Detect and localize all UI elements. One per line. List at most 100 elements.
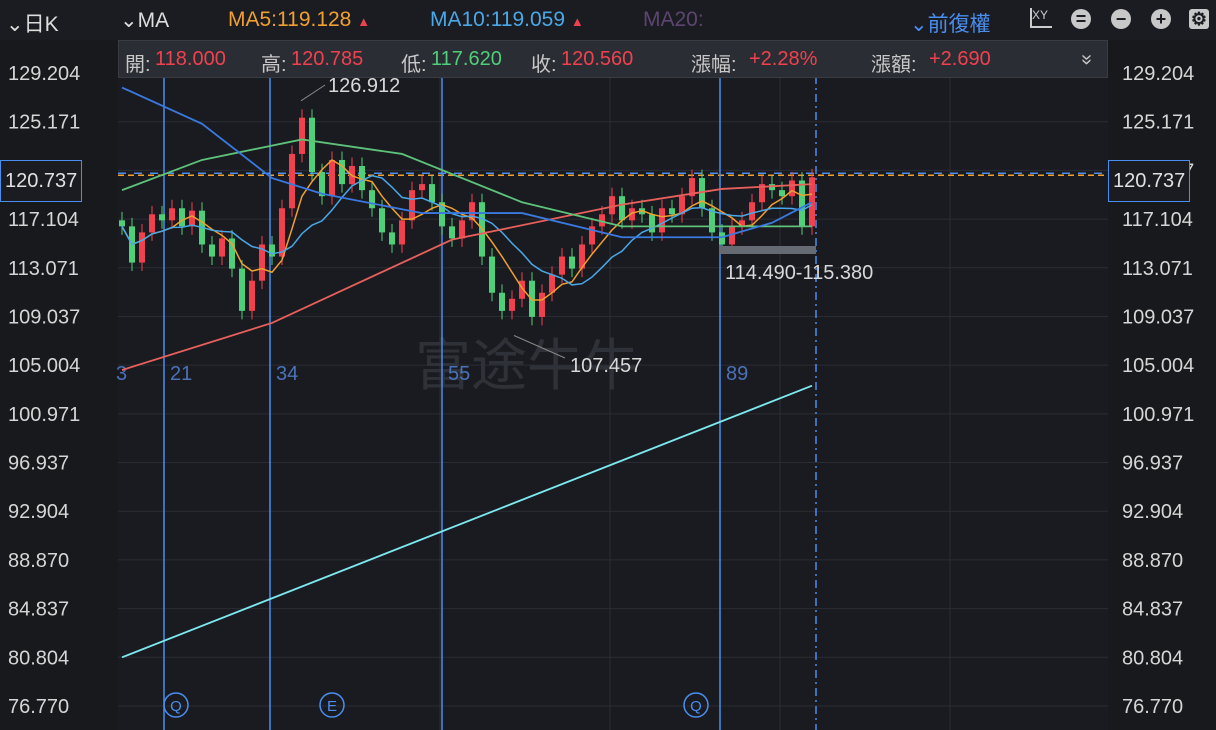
low-annotation: 107.457 (570, 355, 642, 377)
fib-label: 89 (726, 363, 748, 385)
candle (329, 159, 335, 197)
candle (539, 292, 545, 317)
candle (239, 268, 245, 311)
candle (119, 220, 125, 227)
open-value: 118.000 (155, 48, 226, 70)
event-marker-label: E (327, 698, 337, 715)
y-tick-label-right: 117.104 (1122, 209, 1193, 231)
zoom-out-icon[interactable]: − (1111, 9, 1131, 29)
candle (409, 190, 415, 221)
candle (719, 232, 725, 245)
current-price-tag-left: 120.737 (0, 160, 83, 202)
candle (669, 208, 675, 215)
candle (339, 159, 345, 185)
y-tick-label-left: 92.904 (8, 501, 69, 523)
collapse-icon[interactable]: = (1071, 9, 1091, 29)
gear-icon[interactable]: ⚙ (1189, 9, 1209, 29)
candle (219, 238, 225, 257)
y-tick-label-right: 113.071 (1122, 258, 1193, 280)
y-tick-label-right: 84.837 (1122, 599, 1183, 621)
ma10-legend: MA10:119.059 ▲ (430, 8, 584, 31)
zoom-in-icon[interactable]: + (1151, 9, 1171, 29)
toolbar: ⌄日K ⌄MA MA5:119.128 ▲ MA10:119.059 ▲ MA2… (0, 0, 1216, 40)
fib-label: 21 (170, 363, 192, 385)
current-price-tag-right: 120.737 (1108, 160, 1191, 202)
y-tick-label-right: 80.804 (1122, 647, 1183, 669)
change-pct-value: +2.28% (749, 48, 818, 70)
y-tick-label-left: 125.171 (8, 112, 80, 134)
candle (159, 214, 165, 221)
y-tick-label-left: 105.004 (8, 355, 80, 377)
candle (799, 180, 805, 227)
candle (249, 280, 255, 311)
candle (509, 298, 515, 311)
y-tick-label-left: 109.037 (8, 306, 80, 328)
y-tick-label-left: 100.971 (8, 404, 80, 426)
candle (529, 280, 535, 317)
y-tick-label-left: 113.071 (8, 258, 79, 280)
candle (189, 210, 195, 227)
candle (619, 196, 625, 221)
candle (379, 208, 385, 233)
candle (389, 232, 395, 245)
candle (299, 117, 305, 154)
expand-icon[interactable]: » (1075, 54, 1098, 65)
y-tick-label-right: 125.171 (1122, 112, 1194, 134)
y-tick-label-left: 129.204 (8, 63, 80, 85)
candle (449, 226, 455, 239)
xy-axis-icon[interactable]: XY (1030, 8, 1052, 28)
chevron-down-icon: ⌄ (6, 13, 24, 36)
period-selector[interactable]: ⌄日K (6, 8, 59, 38)
ma5-legend: MA5:119.128 ▲ (228, 8, 371, 31)
up-arrow-icon: ▲ (357, 14, 371, 29)
y-tick-label-right: 109.037 (1122, 306, 1194, 328)
range-bar (720, 246, 816, 254)
candle (369, 190, 375, 209)
price-chart[interactable]: 129.204129.204125.171125.171121.137121.1… (0, 40, 1216, 730)
y-tick-label-right: 76.770 (1122, 696, 1183, 718)
candle (399, 220, 405, 245)
y-tick-label-left: 76.770 (8, 696, 69, 718)
low-value: 117.620 (431, 48, 502, 70)
indicator-selector[interactable]: ⌄MA (120, 8, 169, 33)
candle (489, 256, 495, 293)
change-value: +2.690 (929, 48, 991, 70)
ohlc-info-bar: 開: 118.000 高: 120.785 低: 117.620 收: 120.560 … (118, 40, 1108, 78)
candle (179, 208, 185, 227)
candle (149, 214, 155, 233)
y-tick-label-right: 100.971 (1122, 404, 1194, 426)
event-marker-label: Q (690, 698, 702, 715)
y-tick-label-left: 96.937 (8, 453, 69, 475)
high-annotation: 126.912 (328, 75, 400, 97)
y-tick-label-left: 80.804 (8, 647, 69, 669)
candle (419, 184, 425, 191)
y-tick-label-left: 84.837 (8, 599, 69, 621)
candle (309, 117, 315, 173)
candle (209, 244, 215, 257)
fib-label: 3 (116, 363, 127, 385)
candle (609, 196, 615, 215)
candle (169, 208, 175, 221)
candle (659, 208, 665, 233)
y-tick-label-right: 96.937 (1122, 453, 1183, 475)
range-annotation: 114.490-115.380 (725, 262, 873, 284)
candle (749, 202, 755, 221)
chevron-down-icon: ⌄ (120, 9, 138, 32)
candle (499, 292, 505, 311)
y-tick-label-left: 117.104 (8, 209, 79, 231)
candle (459, 220, 465, 239)
chevron-down-icon: ⌄ (910, 13, 928, 36)
close-value: 120.560 (561, 48, 634, 70)
candle (139, 232, 145, 263)
y-tick-label-right: 129.204 (1122, 63, 1194, 85)
y-tick-label-right: 92.904 (1122, 501, 1183, 523)
high-value: 120.785 (291, 48, 364, 70)
candle (779, 190, 785, 197)
candle (429, 184, 435, 203)
y-tick-label-right: 88.870 (1122, 550, 1183, 572)
fib-label: 55 (448, 363, 470, 385)
candle (559, 256, 565, 275)
y-tick-label-left: 88.870 (8, 550, 69, 572)
adjust-selector[interactable]: ⌄前復權 (910, 8, 991, 38)
event-marker-label: Q (170, 698, 182, 715)
